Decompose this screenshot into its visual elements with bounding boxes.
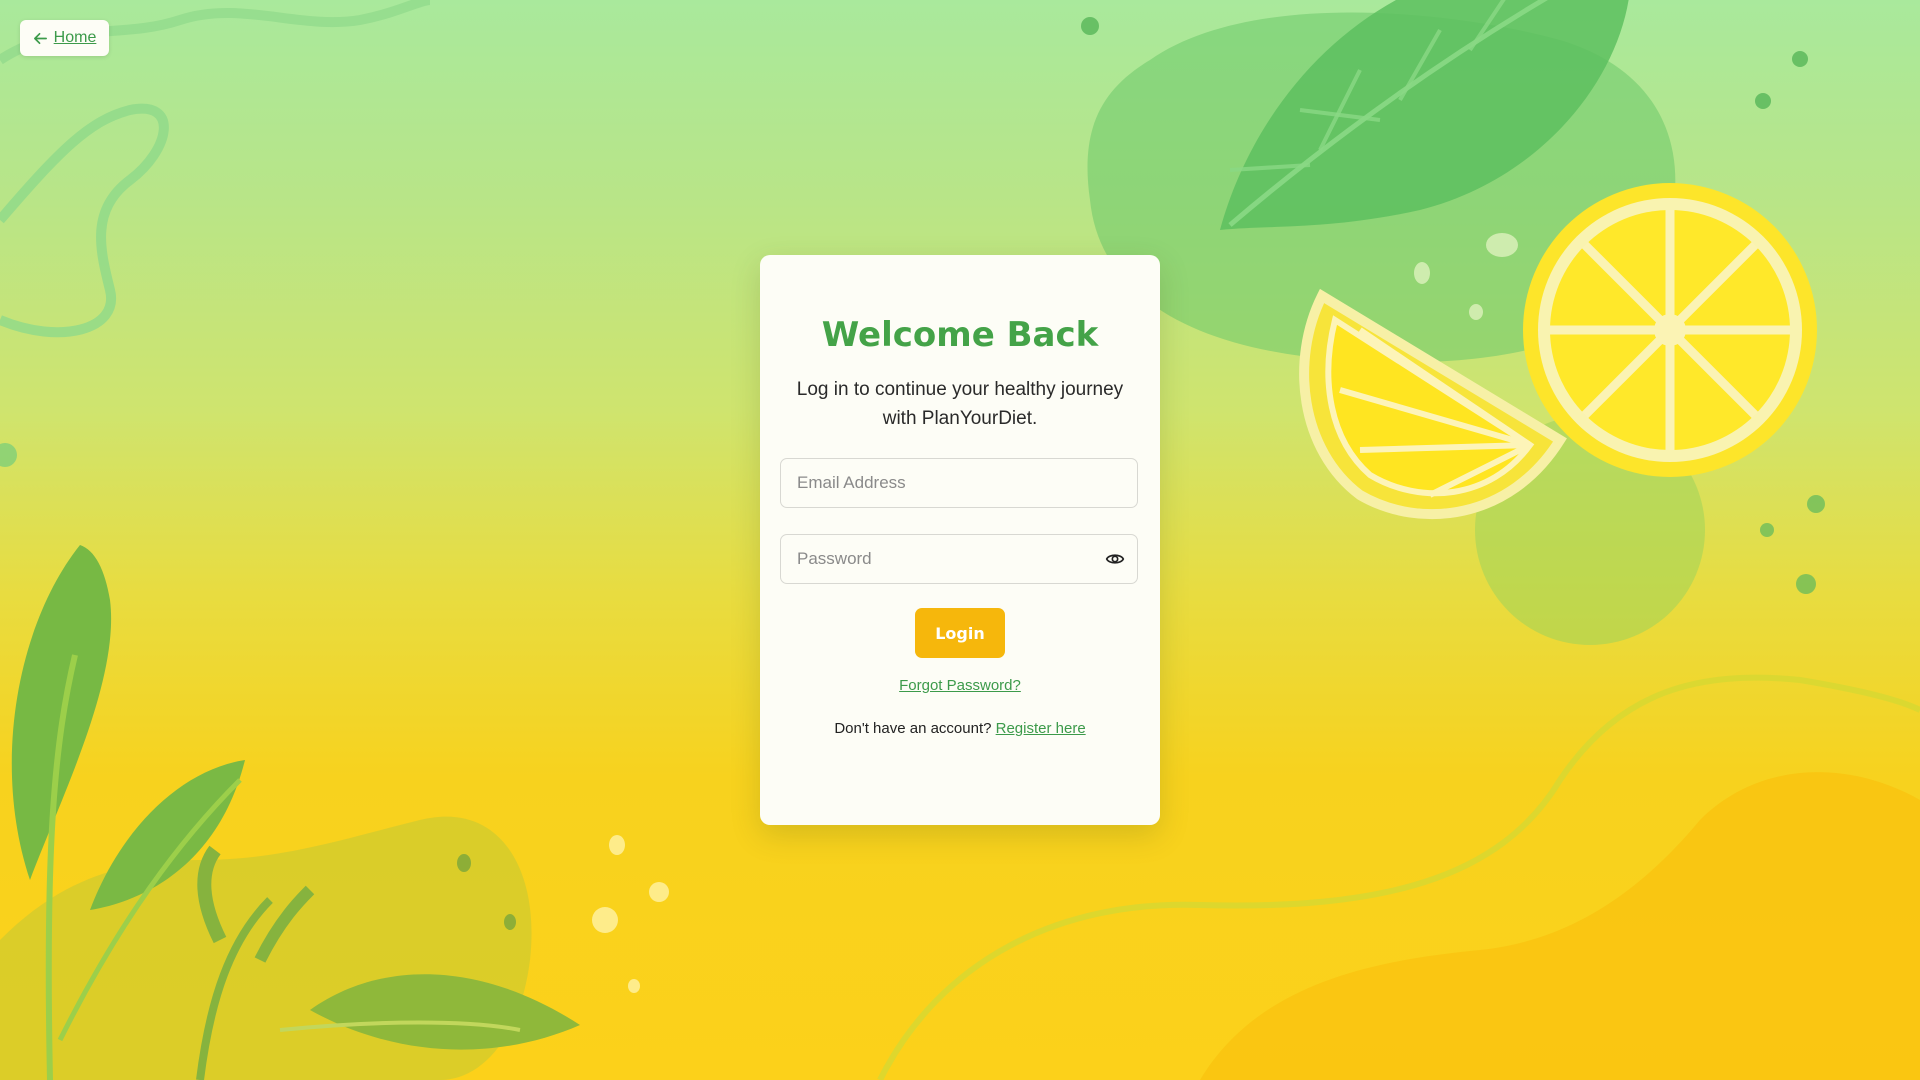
arrow-left-icon <box>33 32 47 44</box>
dot-5 <box>1760 523 1774 537</box>
email-input[interactable] <box>797 459 1097 507</box>
login-subtitle: Log in to continue your healthy journey … <box>796 379 1124 429</box>
register-prompt: Don't have an account? <box>834 720 996 737</box>
home-button[interactable]: Home <box>20 20 109 56</box>
drop-5 <box>649 882 669 902</box>
forgot-password-link[interactable]: Forgot Password? <box>760 677 1160 694</box>
email-field <box>780 458 1138 508</box>
dot-1 <box>1081 17 1099 35</box>
lemon-slice-illustration <box>1523 183 1817 477</box>
page-title: Welcome Back <box>821 315 1099 355</box>
dot-6 <box>1796 574 1816 594</box>
login-card: Welcome Back Log in to continue your hea… <box>760 255 1160 825</box>
dot-8 <box>504 914 516 930</box>
drop-2 <box>1414 262 1430 284</box>
orange-blob-bottom-right <box>1200 772 1920 1080</box>
drop-1 <box>1486 233 1518 257</box>
password-field <box>780 534 1138 584</box>
dot-2 <box>1792 51 1808 67</box>
dot-4 <box>1807 495 1825 513</box>
password-input[interactable] <box>797 535 1097 583</box>
dot-left <box>0 443 17 467</box>
drop-7 <box>628 979 640 993</box>
home-link-label: Home <box>53 29 97 46</box>
register-row: Don't have an account? Register here <box>760 720 1160 737</box>
dot-3 <box>1755 93 1771 109</box>
drop-3 <box>1469 304 1483 320</box>
dot-7 <box>457 854 471 872</box>
register-link[interactable]: Register here <box>996 720 1086 737</box>
login-button[interactable]: Login <box>915 608 1005 658</box>
wave-line-left <box>0 103 169 338</box>
drop-6 <box>592 907 618 933</box>
forgot-password-label: Forgot Password? <box>899 677 1021 694</box>
drop-4 <box>609 835 625 855</box>
eye-icon[interactable] <box>1105 549 1125 569</box>
